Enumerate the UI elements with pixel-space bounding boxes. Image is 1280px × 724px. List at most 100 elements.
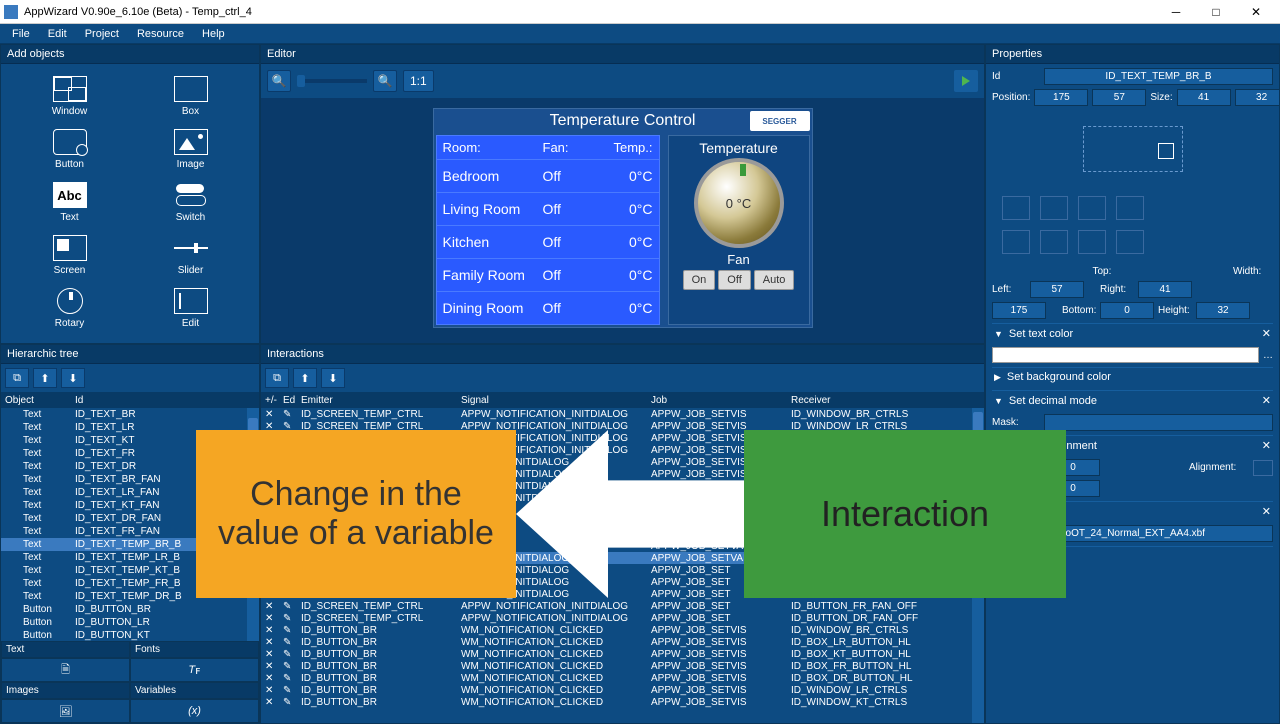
align-picker[interactable]: [1253, 460, 1273, 476]
align-cell[interactable]: [1078, 230, 1106, 254]
properties-header: Properties: [986, 45, 1279, 64]
interaction-row[interactable]: ✕✎ID_BUTTON_BRWM_NOTIFICATION_CLICKEDAPP…: [261, 660, 984, 672]
mask-input[interactable]: [1044, 414, 1273, 431]
zoom-slider[interactable]: [297, 79, 367, 83]
object-text[interactable]: AbcText: [9, 178, 130, 227]
close-icon[interactable]: ✕: [1262, 394, 1271, 407]
prop-id-input[interactable]: [1044, 68, 1273, 85]
tree-toolbar: ⧉ ⬆ ⬇: [1, 364, 259, 393]
bottom-input[interactable]: [1100, 302, 1154, 319]
interaction-row[interactable]: ✕✎ID_SCREEN_TEMP_CTRLAPPW_NOTIFICATION_I…: [261, 600, 984, 612]
fan-auto-button[interactable]: Auto: [754, 270, 795, 290]
align-cell[interactable]: [1116, 196, 1144, 220]
room-row[interactable]: Family RoomOff0°C: [437, 258, 659, 291]
interaction-row[interactable]: ✕✎ID_BUTTON_BRWM_NOTIFICATION_CLICKEDAPP…: [261, 684, 984, 696]
bottom-images-tab[interactable]: Images: [1, 682, 130, 699]
int-c1: ✕: [265, 673, 283, 684]
image-tool-icon[interactable]: 🖼: [1, 699, 130, 723]
menu-help[interactable]: Help: [194, 26, 233, 42]
editor-canvas[interactable]: Temperature Control SEGGER Room: Fan: Te…: [261, 98, 984, 343]
align-cell[interactable]: [1078, 196, 1106, 220]
close-icon[interactable]: ✕: [1262, 505, 1271, 518]
room-row[interactable]: BedroomOff0°C: [437, 159, 659, 192]
menu-edit[interactable]: Edit: [40, 26, 75, 42]
left-input[interactable]: [1030, 281, 1084, 298]
interaction-row[interactable]: ✕✎ID_SCREEN_TEMP_CTRLAPPW_NOTIFICATION_I…: [261, 408, 984, 420]
interaction-row[interactable]: ✕✎ID_BUTTON_BRWM_NOTIFICATION_CLICKEDAPP…: [261, 636, 984, 648]
color-swatch[interactable]: [992, 347, 1259, 363]
tree-row[interactable]: TextID_TEXT_BR: [1, 408, 259, 421]
close-button[interactable]: ✕: [1236, 1, 1276, 23]
align-cell[interactable]: [1002, 196, 1030, 220]
align-cell[interactable]: [1116, 230, 1144, 254]
tree-row[interactable]: ButtonID_BUTTON_BR: [1, 603, 259, 616]
prop-h-input[interactable]: [1235, 89, 1279, 106]
menu-resource[interactable]: Resource: [129, 26, 192, 42]
object-window[interactable]: Window: [9, 72, 130, 121]
int-c6: ID_WINDOW_BR_CTRLS: [791, 409, 980, 420]
rotary-knob[interactable]: 0 °C: [694, 158, 784, 248]
object-image[interactable]: Image: [130, 125, 251, 174]
bottom-variables-tab[interactable]: Variables: [130, 682, 259, 699]
copy-button[interactable]: ⧉: [265, 368, 289, 388]
height-input[interactable]: [1196, 302, 1250, 319]
text-tool-icon[interactable]: 🗎: [1, 658, 130, 682]
chevron-right-icon: ▶: [994, 372, 1001, 383]
int-c5: APPW_JOB_SET: [651, 601, 791, 612]
zoom-out-button[interactable]: 🔍: [267, 70, 291, 92]
bottom-text-tab[interactable]: Text: [1, 641, 130, 658]
down-button[interactable]: ⬇: [61, 368, 85, 388]
right-input[interactable]: [1138, 281, 1192, 298]
prop-x-input[interactable]: [1034, 89, 1088, 106]
interaction-row[interactable]: ✕✎ID_SCREEN_TEMP_CTRLAPPW_NOTIFICATION_I…: [261, 612, 984, 624]
sec-decimal[interactable]: ▼ Set decimal mode ✕: [992, 390, 1273, 410]
object-slider[interactable]: Slider: [130, 231, 251, 280]
room-row[interactable]: KitchenOff0°C: [437, 225, 659, 258]
up-button[interactable]: ⬆: [33, 368, 57, 388]
interaction-row[interactable]: ✕✎ID_BUTTON_BRWM_NOTIFICATION_CLICKEDAPP…: [261, 648, 984, 660]
screen-icon: [53, 235, 87, 261]
down-button[interactable]: ⬇: [321, 368, 345, 388]
object-edit[interactable]: Edit: [130, 284, 251, 333]
tree-row[interactable]: ButtonID_BUTTON_KT: [1, 629, 259, 641]
minimize-button[interactable]: ─: [1156, 1, 1196, 23]
menu-project[interactable]: Project: [77, 26, 127, 42]
close-icon[interactable]: ✕: [1262, 327, 1271, 340]
object-screen[interactable]: Screen: [9, 231, 130, 280]
align-cell[interactable]: [1002, 230, 1030, 254]
interaction-row[interactable]: ✕✎ID_BUTTON_BRWM_NOTIFICATION_CLICKEDAPP…: [261, 624, 984, 636]
sec-bgcolor[interactable]: ▶ Set background color: [992, 367, 1273, 386]
object-switch[interactable]: Switch: [130, 178, 251, 227]
width-label: Width:: [1233, 266, 1273, 277]
font-tool-icon[interactable]: Tꜰ: [130, 658, 259, 682]
copy-button[interactable]: ⧉: [5, 368, 29, 388]
maximize-button[interactable]: □: [1196, 1, 1236, 23]
object-rotary[interactable]: Rotary: [9, 284, 130, 333]
up-button[interactable]: ⬆: [293, 368, 317, 388]
room-fan: Off: [543, 267, 593, 283]
interaction-row[interactable]: ✕✎ID_BUTTON_BRWM_NOTIFICATION_CLICKEDAPP…: [261, 672, 984, 684]
sec-textcolor[interactable]: ▼ Set text color ✕: [992, 323, 1273, 343]
zoom-in-button[interactable]: 🔍: [373, 70, 397, 92]
align-cell[interactable]: [1040, 230, 1068, 254]
ellipsis-icon[interactable]: …: [1263, 350, 1273, 361]
close-icon[interactable]: ✕: [1262, 439, 1271, 452]
object-box[interactable]: Box: [130, 72, 251, 121]
fan-on-button[interactable]: On: [683, 270, 716, 290]
align-cell[interactable]: [1040, 196, 1068, 220]
zoom-ratio-button[interactable]: 1:1: [403, 70, 434, 92]
object-button[interactable]: Button: [9, 125, 130, 174]
play-button[interactable]: [954, 70, 978, 92]
interaction-row[interactable]: ✕✎ID_BUTTON_BRWM_NOTIFICATION_CLICKEDAPP…: [261, 696, 984, 708]
menu-file[interactable]: File: [4, 26, 38, 42]
prop-y-input[interactable]: [1092, 89, 1146, 106]
fan-off-button[interactable]: Off: [718, 270, 750, 290]
bottom-fonts-tab[interactable]: Fonts: [130, 641, 259, 658]
room-row[interactable]: Living RoomOff0°C: [437, 192, 659, 225]
variable-tool-icon[interactable]: (x): [130, 699, 259, 723]
tree-row[interactable]: ButtonID_BUTTON_LR: [1, 616, 259, 629]
leftpos-input[interactable]: [992, 302, 1046, 319]
prop-w-input[interactable]: [1177, 89, 1231, 106]
room-row[interactable]: Dining RoomOff0°C: [437, 291, 659, 324]
anchor-diagram[interactable]: [992, 114, 1273, 184]
